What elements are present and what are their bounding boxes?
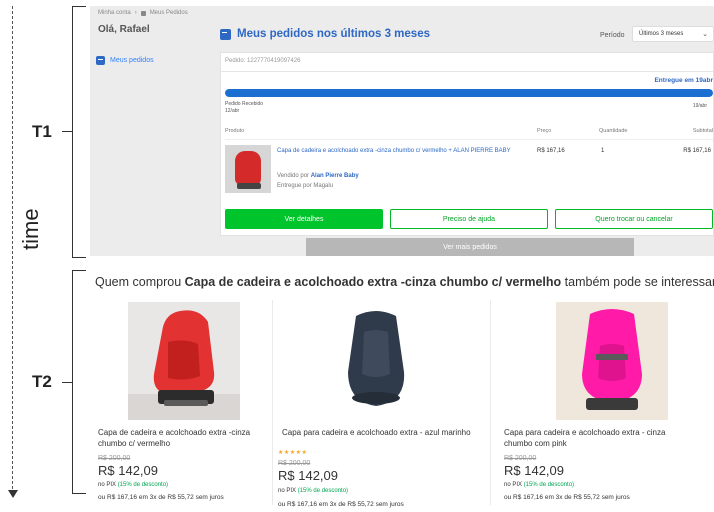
product-image[interactable] [556, 302, 668, 420]
pix-discount: no PIX (15% de desconto) [98, 482, 168, 488]
product-name[interactable]: Capa para cadeira e acolchoado extra - a… [282, 427, 482, 438]
product-image[interactable] [320, 302, 432, 420]
pix-discount: no PIX (15% de desconto) [504, 482, 574, 488]
car-seat-image [235, 151, 261, 185]
discount-label: (15% de desconto) [117, 482, 169, 488]
price: R$ 142,09 [504, 463, 564, 478]
product-thumbnail[interactable] [225, 145, 271, 193]
sidebar-item-label: Meus pedidos [110, 57, 154, 64]
pix-discount: no PIX (15% de desconto) [278, 488, 348, 494]
car-seat-navy-image [320, 302, 432, 420]
time-axis-arrow [12, 6, 13, 494]
t2-bracket-tick [62, 382, 72, 383]
period-select-value: Últimos 3 meses [639, 31, 684, 37]
exchange-cancel-button[interactable]: Quero trocar ou cancelar [555, 209, 713, 229]
installments: ou R$ 167,16 em 3x de R$ 55,72 sem juros [98, 494, 224, 501]
chevron-down-icon: ⌄ [702, 31, 708, 38]
product-card[interactable]: Capa de cadeira e acolchoado extra -cinz… [92, 298, 292, 512]
t1-label: T1 [32, 122, 52, 141]
rating-stars: ★★★★★ [278, 450, 308, 456]
pix-label: no PIX [504, 482, 523, 488]
sold-by: Vendido por Alan Pierre Baby [277, 173, 359, 179]
row-quantity: 1 [601, 148, 605, 154]
breadcrumb-account[interactable]: Minha conta [98, 10, 131, 16]
orders-icon [140, 10, 146, 16]
divider [272, 300, 273, 505]
old-price: R$ 200,00 [278, 460, 311, 467]
col-product: Produto [225, 128, 245, 134]
period-select[interactable]: Últimos 3 meses ⌄ [632, 26, 714, 42]
breadcrumb-orders[interactable]: Meus Pedidos [150, 10, 188, 16]
seller-link[interactable]: Alan Pierre Baby [311, 173, 359, 179]
view-details-button[interactable]: Ver detalhes [225, 209, 383, 229]
divider [225, 139, 713, 140]
breadcrumb: Minha conta › Meus Pedidos [98, 10, 188, 16]
breadcrumb-separator: › [134, 10, 137, 16]
divider [221, 71, 713, 72]
old-price: R$ 200,00 [504, 455, 537, 462]
product-name[interactable]: Capa para cadeira e acolchoado extra - c… [504, 427, 684, 449]
delivery-status: Entregue em 19abr [654, 77, 713, 84]
recommendations-title-product: Capa de cadeira e acolchoado extra -cinz… [184, 275, 562, 289]
product-name-link[interactable]: Capa de cadeira e acolchoado extra -cinz… [277, 147, 527, 155]
t1-bracket [72, 6, 86, 258]
discount-label: (15% de desconto) [523, 482, 575, 488]
time-axis-arrowhead [8, 490, 18, 498]
recommendations-carousel: Capa de cadeira e acolchoado extra -cinz… [92, 298, 714, 512]
greeting: Olá, Rafael [98, 24, 150, 35]
step-received-label: Pedido Recebido [225, 101, 264, 107]
need-help-button[interactable]: Preciso de ajuda [390, 209, 548, 229]
recommendations-title-suffix: também pode se interessar [564, 275, 714, 289]
page-title-text: Meus pedidos nos últimos 3 meses [237, 28, 430, 40]
t1-bracket-tick [62, 131, 72, 132]
step-received-date: 12/abr [225, 108, 240, 114]
t2-bracket [72, 270, 86, 494]
pix-label: no PIX [98, 482, 117, 488]
sidebar-item-orders[interactable]: Meus pedidos [96, 56, 154, 65]
step-received: Pedido Recebido 12/abr [225, 101, 263, 115]
product-image[interactable] [128, 302, 240, 420]
see-more-orders-button[interactable]: Ver mais pedidos [306, 238, 634, 256]
order-id: Pedido: 1227770419097426 [225, 58, 301, 64]
col-price: Preço [537, 128, 552, 134]
col-subtotal: Subtotal [692, 128, 713, 134]
installments: ou R$ 167,16 em 3x de R$ 55,72 sem juros [278, 501, 404, 508]
orders-screen: Minha conta › Meus Pedidos Olá, Rafael M… [90, 6, 714, 256]
product-name[interactable]: Capa de cadeira e acolchoado extra -cinz… [98, 427, 278, 449]
time-axis-label: time [18, 208, 43, 250]
price: R$ 142,09 [98, 463, 158, 478]
delivered-by: Entregue por Magalu [277, 183, 334, 189]
row-price: R$ 167,16 [537, 148, 565, 154]
car-seat-base [237, 183, 261, 189]
period-label: Período [600, 32, 625, 39]
recommendations-title: Quem comprou Capa de cadeira e acolchoad… [95, 275, 714, 289]
step-delivered-date: 19/abr [692, 103, 707, 109]
delivery-progress-bar [225, 89, 713, 97]
delivery-progress-fill [225, 89, 713, 97]
sold-by-prefix: Vendido por [277, 173, 310, 179]
row-subtotal: R$ 167,16 [683, 148, 711, 154]
product-card[interactable]: Capa para cadeira e acolchoado extra - c… [498, 298, 698, 512]
col-quantity: Quantidade [599, 128, 628, 134]
old-price: R$ 200,00 [98, 455, 131, 462]
divider [490, 300, 491, 505]
page-title: Meus pedidos nos últimos 3 meses [220, 28, 430, 40]
car-seat-red-image [128, 302, 240, 420]
t2-label: T2 [32, 372, 52, 391]
box-icon [96, 56, 105, 65]
installments: ou R$ 167,16 em 3x de R$ 55,72 sem juros [504, 494, 630, 501]
price: R$ 142,09 [278, 468, 338, 483]
car-seat-pink-image [556, 302, 668, 420]
box-icon [220, 28, 231, 40]
pix-label: no PIX [278, 488, 297, 494]
recommendations-title-prefix: Quem comprou [95, 275, 182, 289]
product-card[interactable]: Capa para cadeira e acolchoado extra - a… [276, 298, 476, 512]
order-card: Pedido: 1227770419097426 Entregue em 19a… [220, 52, 714, 236]
discount-label: (15% de desconto) [297, 488, 349, 494]
